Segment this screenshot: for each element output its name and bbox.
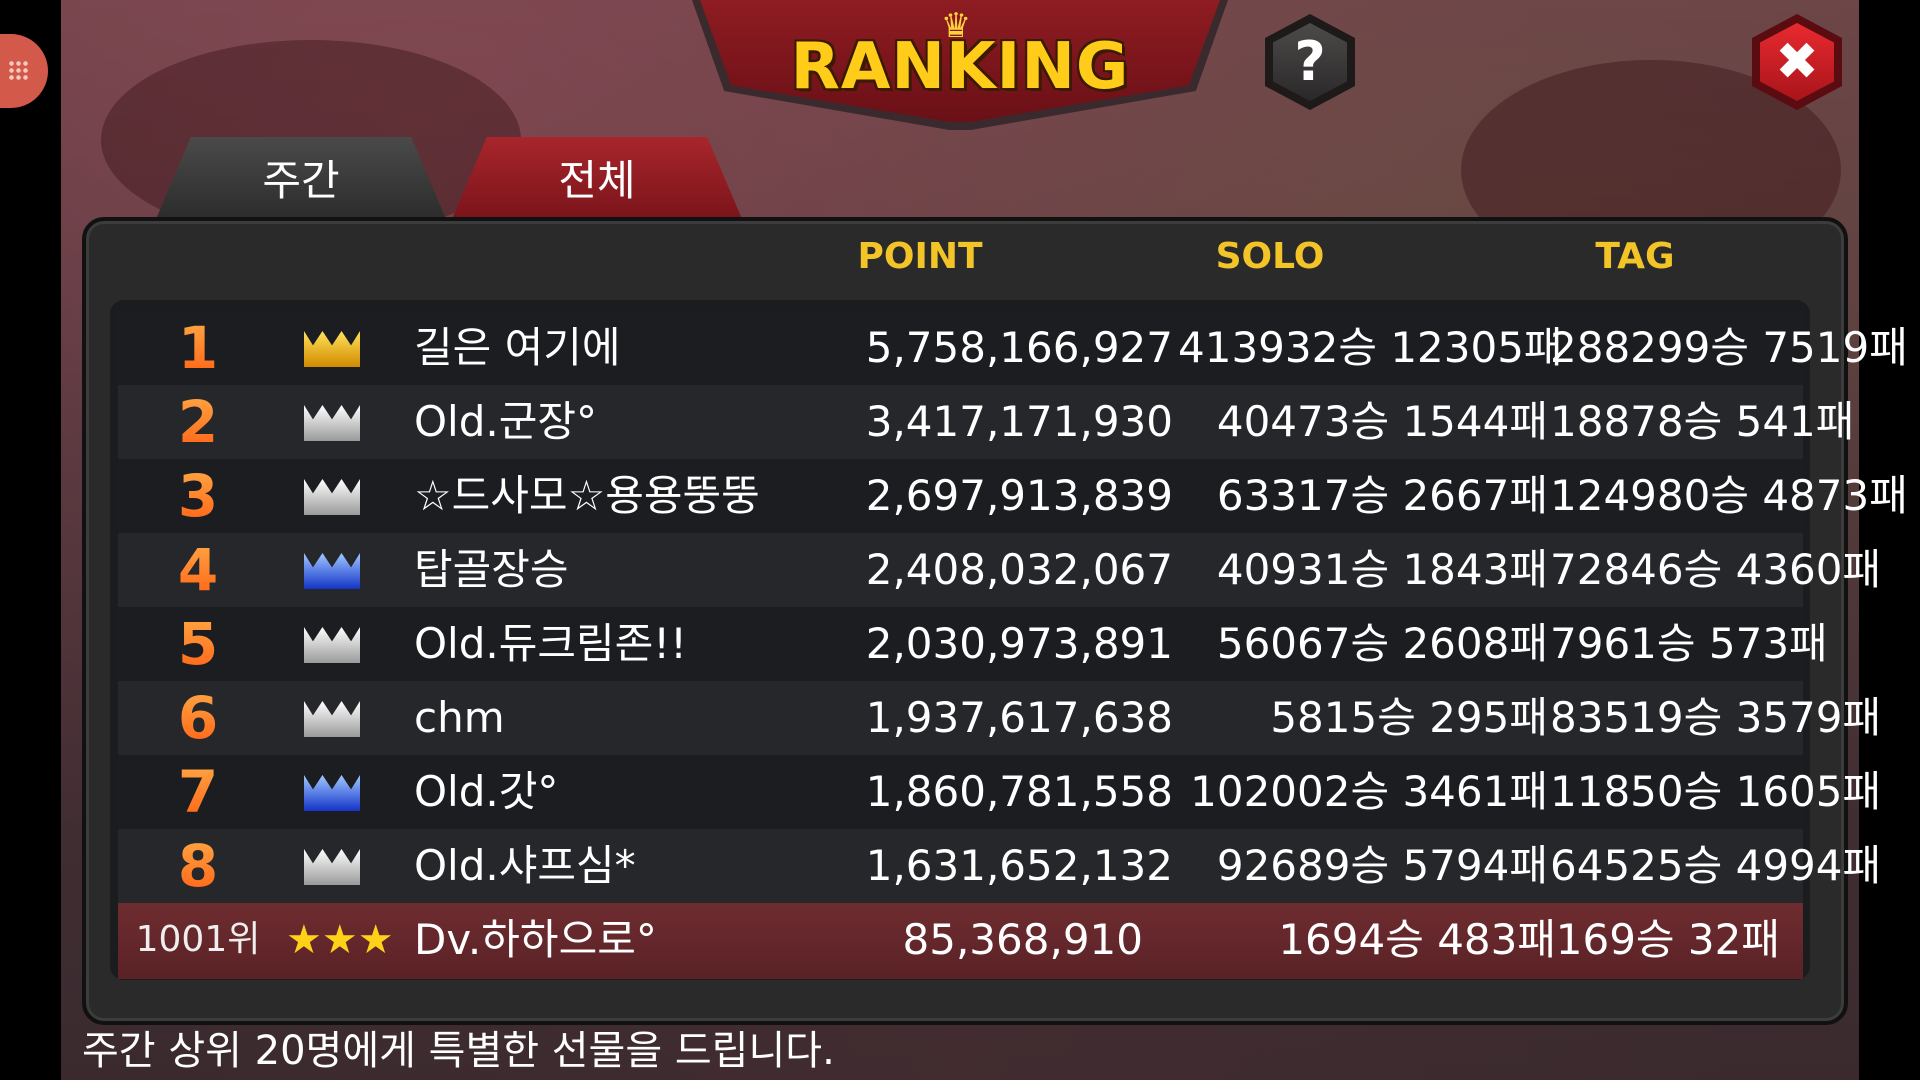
player-point: 2,030,973,891 [865, 619, 1173, 668]
player-point: 1,937,617,638 [865, 693, 1173, 742]
rank-number: 6 [163, 681, 233, 755]
player-tag-record: 124980승 4873패 [1550, 471, 1908, 520]
player-solo-record: 40473승 1544패 [1216, 397, 1548, 446]
blue-crown-icon [300, 755, 364, 829]
table-row[interactable]: 8 Old.샤프심* 1,631,652,132 92689승 5794패 64… [118, 829, 1882, 903]
player-tag-record: 83519승 3579패 [1550, 693, 1882, 742]
rank-number: 5 [163, 607, 233, 681]
player-point: 3,417,171,930 [865, 397, 1173, 446]
table-row[interactable]: 3 ☆드사모☆용용뚱뚱 2,697,913,839 63317승 2667패 1… [118, 459, 1908, 533]
table-row[interactable]: 2 Old.군장° 3,417,171,930 40473승 1544패 188… [118, 385, 1855, 459]
player-tag-record: 11850승 1605패 [1550, 767, 1882, 816]
silver-crown-icon [300, 607, 364, 681]
blue-crown-icon [300, 533, 364, 607]
column-header-tag: TAG [1595, 236, 1675, 277]
silver-crown-icon [300, 459, 364, 533]
column-header-solo: SOLO [1215, 236, 1325, 277]
table-row[interactable]: 6 chm 1,937,617,638 5815승 295패 83519승 35… [118, 681, 1882, 755]
tab-all[interactable]: 전체 [452, 137, 742, 219]
column-header-point: POINT [857, 236, 983, 277]
silver-crown-icon [300, 829, 364, 903]
player-point: 1,631,652,132 [865, 841, 1173, 890]
rank-number: 1 [163, 311, 233, 385]
player-solo-record: 92689승 5794패 [1216, 841, 1548, 890]
tab-weekly[interactable]: 주간 [156, 137, 446, 219]
table-row[interactable]: 5 Old.듀크림존!! 2,030,973,891 56067승 2608패 … [118, 607, 1828, 681]
rank-number: 7 [163, 755, 233, 829]
rank-number: 4 [163, 533, 233, 607]
player-tag-record: 72846승 4360패 [1550, 545, 1882, 594]
player-tag-record: 7961승 573패 [1550, 619, 1828, 668]
three-star-icon: ★★★ [286, 917, 394, 963]
player-tag-record: 64525승 4994패 [1550, 841, 1882, 890]
table-row[interactable]: 7 Old.갓° 1,860,781,558 102002승 3461패 118… [118, 755, 1882, 829]
my-point: 85,368,910 [902, 915, 1143, 964]
left-system-bar [0, 0, 61, 1080]
floating-menu-button[interactable] [0, 34, 48, 108]
rank-number: 3 [163, 459, 233, 533]
gold-crown-icon [300, 311, 364, 385]
silver-crown-icon [300, 681, 364, 755]
player-point: 2,697,913,839 [865, 471, 1173, 520]
player-point: 1,860,781,558 [865, 767, 1173, 816]
player-solo-record: 5815승 295패 [1270, 693, 1548, 742]
footer-notice: 주간 상위 20명에게 특별한 선물을 드립니다. [82, 1028, 835, 1074]
player-solo-record: 102002승 3461패 [1190, 767, 1548, 816]
page-title: RANKING [790, 30, 1130, 104]
table-row[interactable]: 4 탑골장승 2,408,032,067 40931승 1843패 72846승… [118, 533, 1882, 607]
player-tag-record: 18878승 541패 [1550, 397, 1855, 446]
player-solo-record: 413932승 12305패 [1178, 323, 1563, 372]
my-solo-record: 1694승 483패 [1278, 915, 1556, 964]
grid-dots-icon [8, 60, 30, 82]
player-solo-record: 63317승 2667패 [1216, 471, 1548, 520]
rank-number: 8 [163, 829, 233, 903]
my-rank: 1001위 [135, 919, 261, 960]
rank-number: 2 [163, 385, 233, 459]
silver-crown-icon [300, 385, 364, 459]
player-tag-record: 288299승 7519패 [1550, 323, 1908, 372]
table-row[interactable]: 1 길은 여기에 5,758,166,927 413932승 12305패 28… [118, 311, 1908, 385]
player-point: 2,408,032,067 [865, 545, 1173, 594]
my-rank-row[interactable]: 1001위 ★★★ Dv.하하으로° 85,368,910 1694승 483패… [118, 903, 1803, 979]
player-solo-record: 40931승 1843패 [1216, 545, 1548, 594]
player-point: 5,758,166,927 [865, 323, 1173, 372]
player-solo-record: 56067승 2608패 [1216, 619, 1548, 668]
my-tag-record: 169승 32패 [1555, 915, 1780, 964]
